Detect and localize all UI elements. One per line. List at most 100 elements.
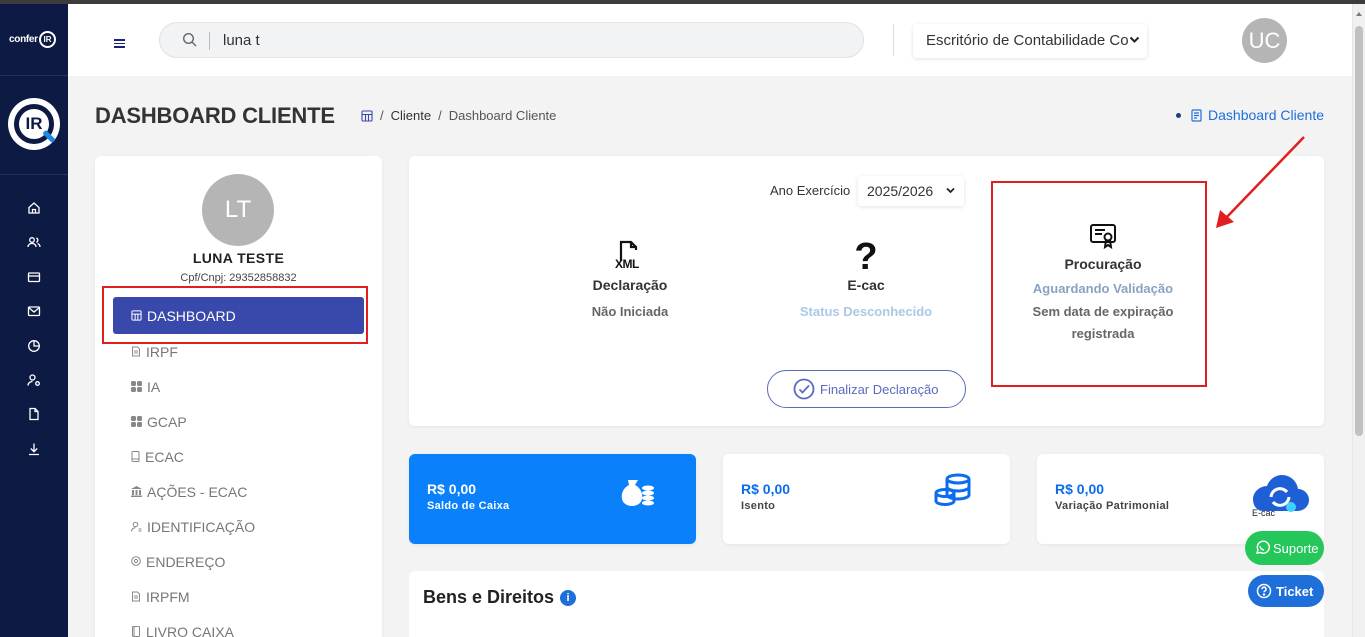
coins-stack-icon [934, 473, 971, 507]
stat-label: Variação Patrimonial [1055, 500, 1170, 512]
help-circle-icon [1256, 583, 1272, 599]
sidebar-download-icon[interactable] [0, 433, 68, 467]
annotation-box-dashboard [102, 286, 368, 344]
breadcrumb-cliente[interactable]: Cliente [391, 108, 431, 123]
grid-blocks-icon [131, 416, 142, 427]
suporte-button[interactable]: Suporte [1245, 531, 1324, 565]
dashboard-grid-icon[interactable] [361, 109, 373, 122]
search-divider [209, 32, 210, 50]
stat-value: R$ 0,00 [1055, 481, 1105, 497]
client-cpf: Cpf/Cnpj: 29352858832 [180, 272, 297, 284]
year-label: Ano Exercício [770, 183, 851, 198]
year-select[interactable]: 2025/2026 [858, 176, 964, 206]
finalize-label: Finalizar Declaração [820, 381, 939, 397]
book-icon [132, 626, 140, 637]
sidebar-document-icon[interactable] [0, 398, 68, 432]
menu-toggle-icon[interactable] [114, 39, 125, 50]
search-icon [182, 32, 197, 47]
ecac-status: Status Desconhecido [799, 304, 933, 319]
stat-value: R$ 0,00 [741, 481, 791, 497]
search-input[interactable]: luna t [223, 32, 260, 49]
menu-item-label: ECAC [145, 448, 184, 465]
menu-item-label: AÇÕES - ECAC [147, 483, 248, 500]
tablet-icon [131, 451, 140, 462]
brand-header[interactable]: confer IR [0, 4, 68, 76]
whatsapp-icon [1255, 540, 1270, 554]
sidebar-user-gear-icon[interactable] [0, 364, 68, 398]
page-title: DASHBOARD CLIENTE [95, 103, 335, 128]
menu-item-ecac[interactable]: ECAC [113, 439, 364, 474]
document-icon [1191, 108, 1202, 122]
xml-file-icon: XML [615, 240, 645, 272]
search-box[interactable]: luna t [159, 22, 864, 58]
location-pin-icon [131, 556, 141, 566]
brand-badge: IR [39, 31, 56, 48]
office-select[interactable]: Escritório de Contabilidade Co [913, 24, 1147, 58]
client-name: LUNA TESTE [192, 250, 285, 266]
menu-item-label: IRPFM [146, 588, 190, 605]
annotation-box-procuracao [991, 181, 1207, 387]
sidebar-home-icon[interactable] [0, 192, 68, 226]
menu-item-label: ENDEREÇO [146, 553, 226, 570]
menu-item-endereco[interactable]: ENDEREÇO [113, 544, 364, 579]
check-circle-icon [793, 378, 815, 400]
bullet-dot [1176, 112, 1182, 118]
stat-label: Isento [741, 500, 776, 512]
stat-value: R$ 0,00 [427, 481, 477, 497]
menu-item-label: GCAP [147, 413, 187, 430]
breadcrumb-sep: / [438, 108, 442, 123]
ticket-label: Ticket [1276, 583, 1314, 599]
scroll-up-arrow-icon[interactable] [1356, 12, 1362, 16]
ticket-button[interactable]: Ticket [1248, 575, 1324, 607]
page-scrollbar[interactable] [1352, 4, 1365, 637]
menu-item-label: IDENTIFICAÇÃO [147, 518, 256, 535]
declaracao-title: Declaração [592, 277, 668, 293]
menu-item-label: LIVRO CAIXA [146, 623, 234, 637]
bens-direitos-card: Bens e Direitos i [409, 571, 1324, 637]
finalize-declaration-button[interactable]: Finalizar Declaração [767, 370, 966, 408]
sidebar-mail-icon[interactable] [0, 295, 68, 329]
topbar-divider [893, 24, 894, 56]
annotation-arrow-icon [1216, 136, 1305, 228]
sidebar-card-icon[interactable] [0, 261, 68, 295]
suporte-label: Suporte [1273, 540, 1319, 556]
ecac-cloud-icon: E-cac [1249, 471, 1311, 521]
client-profile-card: LT LUNA TESTE Cpf/Cnpj: 29352858832 DASH… [95, 156, 382, 637]
bank-icon [131, 486, 142, 497]
dashboard-link-label: Dashboard Cliente [1208, 107, 1324, 123]
bens-title: Bens e Direitos i [423, 587, 577, 608]
breadcrumb-current: Dashboard Cliente [448, 108, 557, 123]
document-icon [132, 591, 140, 602]
document-icon [132, 346, 140, 357]
breadcrumb: / Cliente / Dashboard Cliente [361, 108, 556, 123]
menu-item-identificacao[interactable]: IDENTIFICAÇÃO [113, 509, 364, 544]
topbar: luna t Escritório de Contabilidade Co UC [68, 4, 1352, 76]
sidebar: confer IR IR [0, 4, 68, 637]
chevron-down-icon [1129, 36, 1140, 43]
stat-saldo-caixa[interactable]: R$ 0,00 Saldo de Caixa [409, 454, 696, 544]
scroll-thumb[interactable] [1355, 26, 1363, 436]
brand-text: confer [9, 34, 38, 45]
info-icon[interactable]: i [560, 589, 577, 606]
sidebar-pie-chart-icon[interactable] [0, 330, 68, 364]
sidebar-users-icon[interactable] [0, 226, 68, 260]
stat-isento[interactable]: R$ 0,00 Isento [723, 454, 1010, 544]
sidebar-nav [0, 192, 68, 467]
money-bag-icon [621, 480, 654, 506]
menu-item-livro-caixa[interactable]: LIVRO CAIXA [113, 614, 364, 637]
menu-item-acoes-ecac[interactable]: AÇÕES - ECAC [113, 474, 364, 509]
dashboard-link[interactable]: Dashboard Cliente [1176, 107, 1324, 123]
grid-blocks-icon [131, 381, 142, 392]
user-avatar[interactable]: UC [1242, 18, 1287, 63]
menu-item-ia[interactable]: IA [113, 369, 364, 404]
menu-item-gcap[interactable]: GCAP [113, 404, 364, 439]
client-menu: DASHBOARD IRPF IA GCAP ECAC AÇÕES - ECAC… [113, 297, 364, 637]
breadcrumb-sep: / [380, 108, 384, 123]
ecac-title: E-cac [847, 277, 885, 293]
menu-item-label: IRPF [146, 343, 178, 360]
menu-item-irpfm[interactable]: IRPFM [113, 579, 364, 614]
question-icon: ? [854, 236, 878, 278]
menu-item-label: IA [147, 378, 161, 395]
year-select-value: 2025/2026 [867, 183, 934, 199]
app-logo[interactable]: IR [8, 98, 60, 150]
